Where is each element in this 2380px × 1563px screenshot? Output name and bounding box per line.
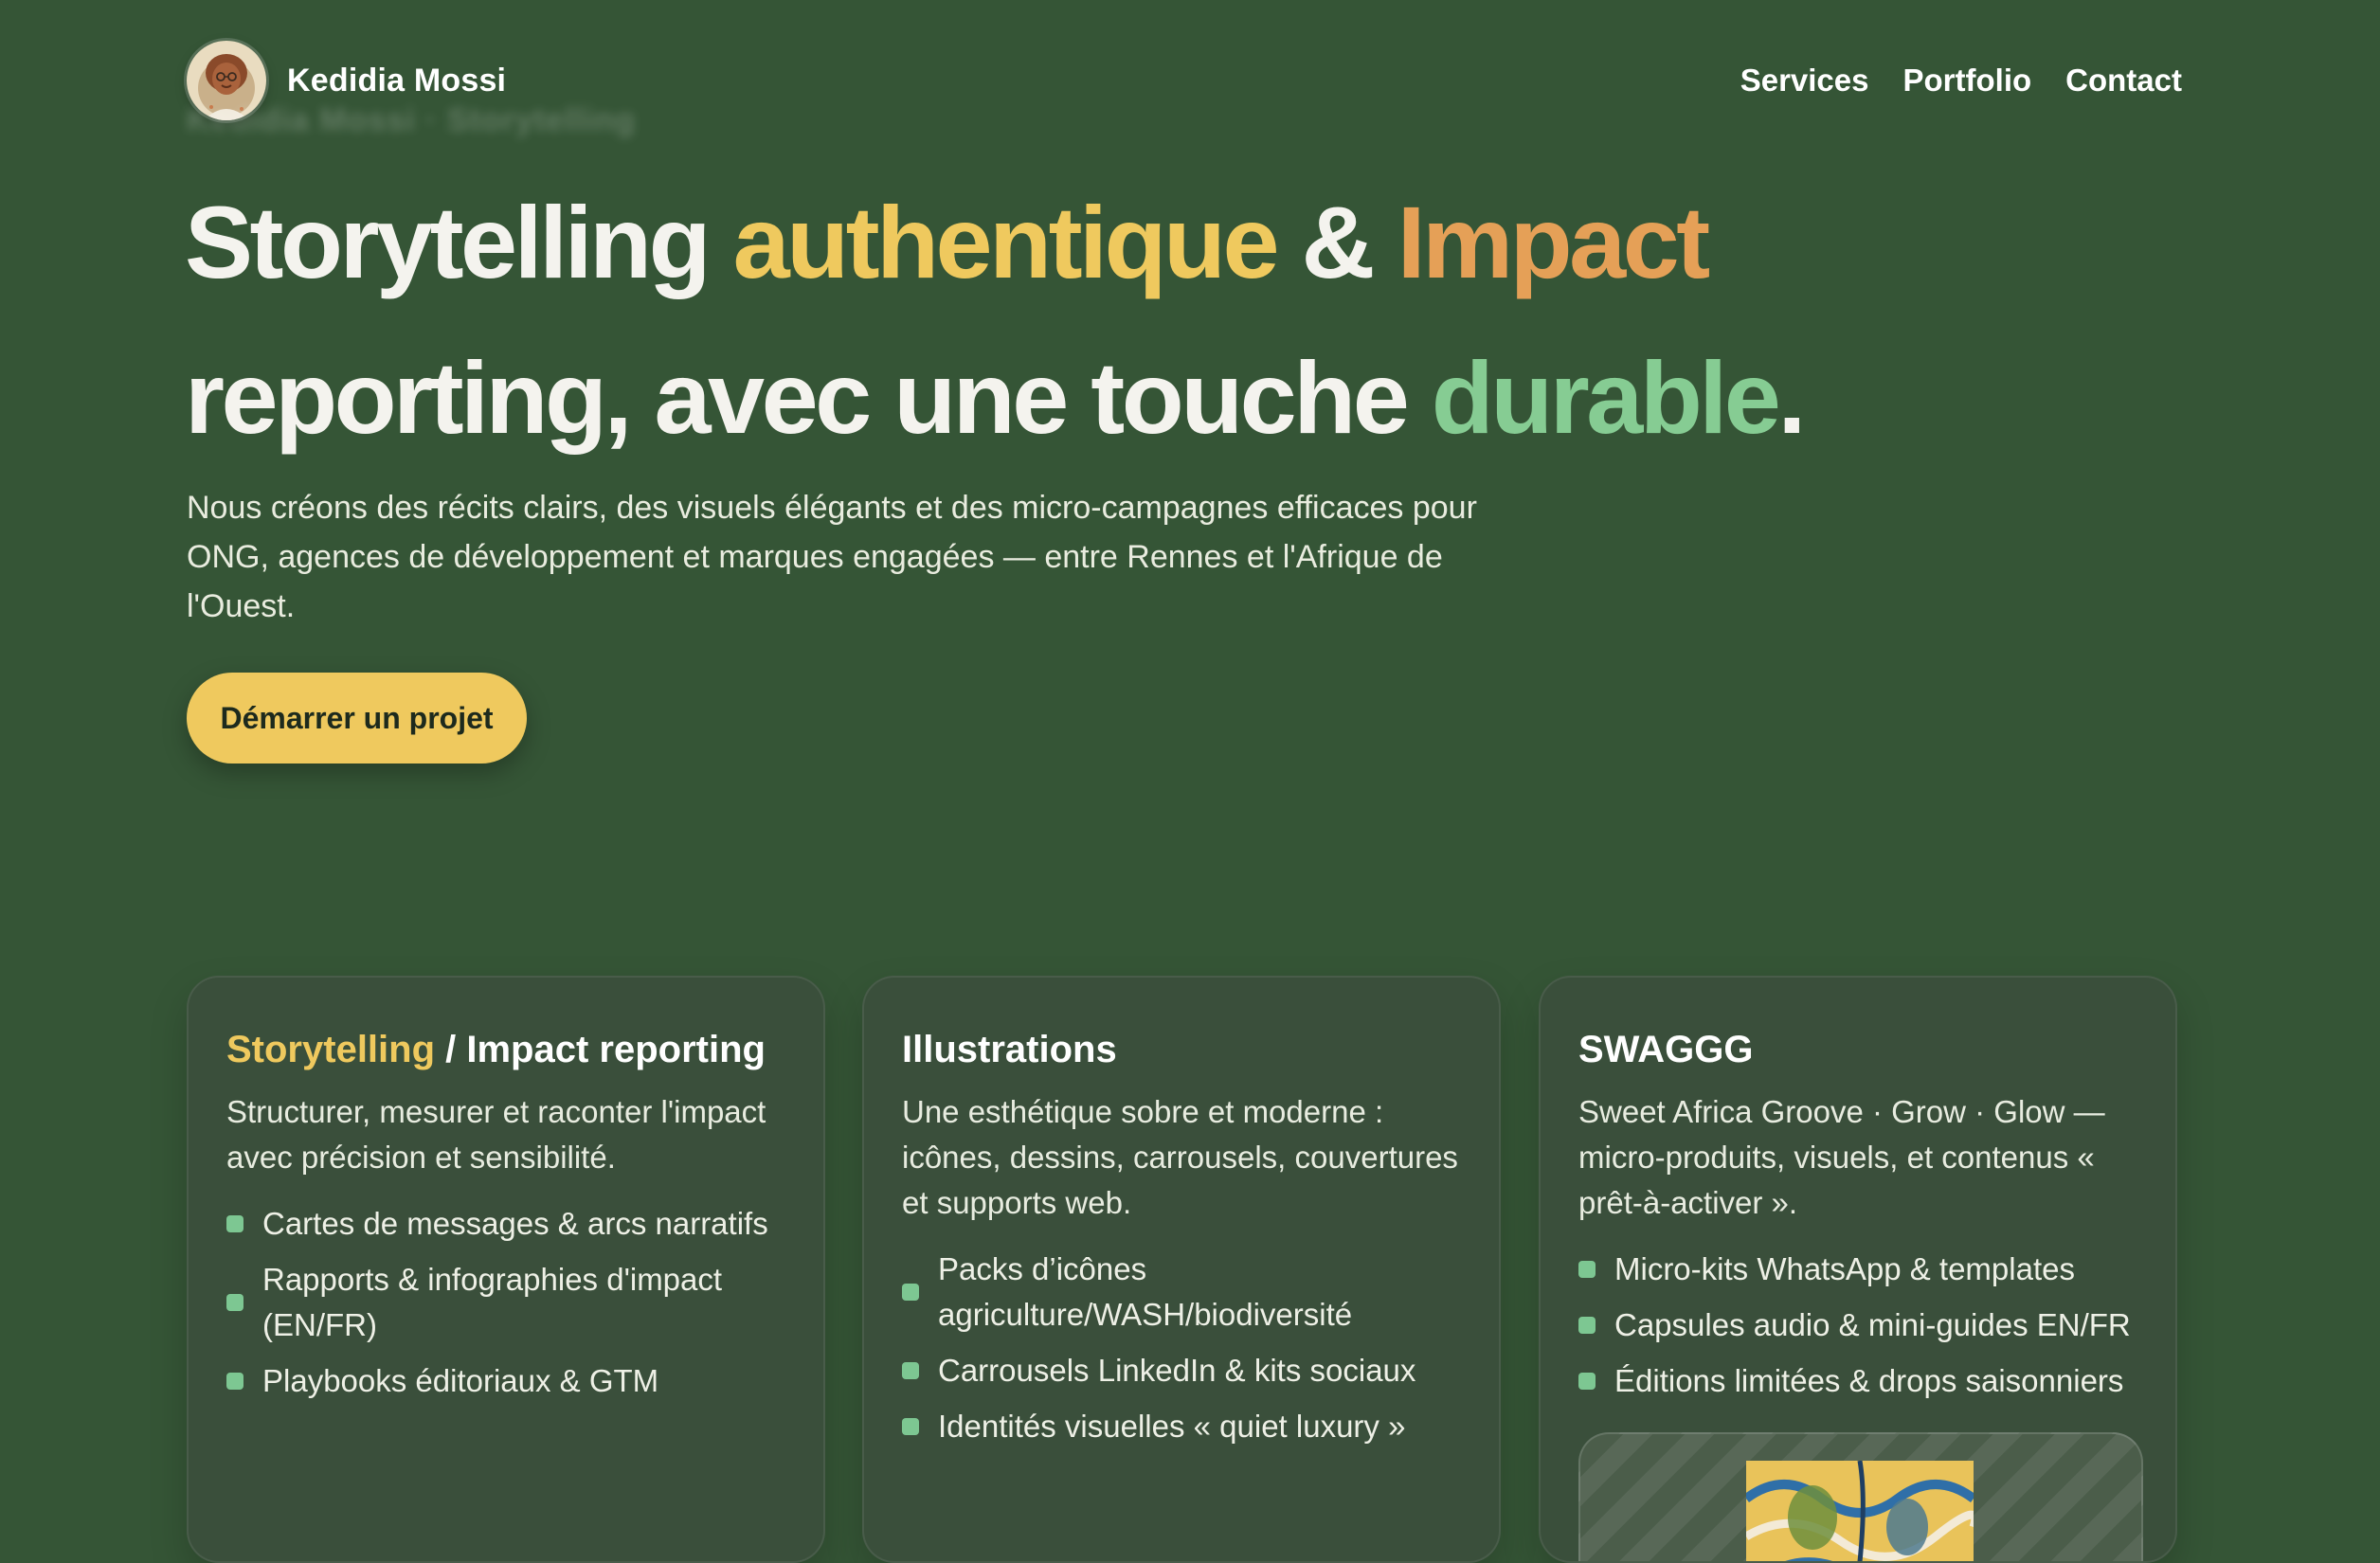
service-card-swaggg: SWAGGG Sweet Africa Groove · Grow · Glow… (1539, 976, 2177, 1563)
hero-title-highlight-durable: durable (1431, 340, 1781, 455)
card-title: Storytelling / Impact reporting (226, 1027, 785, 1072)
list-item: Packs d’icônes agriculture/WASH/biodiver… (902, 1247, 1461, 1338)
list-item-text: Capsules audio & mini-guides EN/FR (1614, 1307, 2131, 1342)
list-item: Cartes de messages & arcs narratifs (226, 1201, 785, 1247)
bullet-icon (902, 1418, 919, 1435)
card-description: Sweet Africa Groove · Grow · Glow — micr… (1578, 1094, 2105, 1220)
list-item-text: Micro-kits WhatsApp & templates (1614, 1251, 2075, 1286)
swaggg-product-image (1578, 1432, 2143, 1561)
list-item-text: Cartes de messages & arcs narratifs (262, 1206, 768, 1241)
main-nav: Services Portfolio Contact (1740, 63, 2182, 99)
list-item: Identités visuelles « quiet luxury » (902, 1404, 1461, 1449)
product-illustration-icon (1746, 1461, 1974, 1561)
bullet-icon (1578, 1261, 1596, 1278)
list-item-text: Éditions limitées & drops saisonniers (1614, 1363, 2124, 1398)
card-description: Structurer, mesurer et raconter l'impact… (226, 1094, 766, 1175)
card-title: SWAGGG (1578, 1029, 1754, 1070)
bullet-icon (1578, 1317, 1596, 1334)
list-item: Micro-kits WhatsApp & templates (1578, 1247, 2137, 1292)
hero-title-part: Storytelling (185, 185, 733, 299)
list-item-text: Playbooks éditoriaux & GTM (262, 1363, 659, 1398)
bullet-icon (902, 1284, 919, 1301)
bullet-icon (1578, 1373, 1596, 1390)
list-item: Éditions limitées & drops saisonniers (1578, 1358, 2137, 1404)
nav-services-link[interactable]: Services (1740, 63, 1869, 99)
card-title-highlight: Storytelling (226, 1029, 436, 1070)
list-item: Capsules audio & mini-guides EN/FR (1578, 1302, 2137, 1348)
bullet-icon (226, 1373, 243, 1390)
bullet-icon (902, 1362, 919, 1379)
card-feature-list: Micro-kits WhatsApp & templates Capsules… (1578, 1247, 2137, 1404)
list-item: Carrousels LinkedIn & kits sociaux (902, 1348, 1461, 1393)
hero-title-highlight-authentique: authentique (732, 185, 1280, 299)
card-title-rest: / Impact reporting (435, 1029, 766, 1070)
hero-title-part: . (1777, 340, 1806, 455)
nav-portfolio-link[interactable]: Portfolio (1903, 63, 2032, 99)
list-item: Rapports & infographies d'impact (EN/FR) (226, 1257, 785, 1348)
card-description: Une esthétique sobre et moderne : icônes… (902, 1094, 1458, 1220)
bullet-icon (226, 1294, 243, 1311)
hero-title-part: reporting, avec une touche (185, 340, 1432, 455)
list-item-text: Carrousels LinkedIn & kits sociaux (938, 1353, 1416, 1388)
brand-name: Kedidia Mossi (287, 62, 507, 99)
hero-title-highlight-impact: Impact (1397, 185, 1711, 299)
card-feature-list: Packs d’icônes agriculture/WASH/biodiver… (902, 1247, 1461, 1449)
service-card-storytelling: Storytelling / Impact reporting Structur… (187, 976, 825, 1563)
blurred-tagline: Kedidia Mossi · Storytelling (187, 102, 636, 138)
start-project-button[interactable]: Démarrer un projet (187, 673, 527, 764)
hero-title-part: & (1276, 185, 1397, 299)
nav-contact-link[interactable]: Contact (2065, 63, 2182, 99)
bullet-icon (226, 1215, 243, 1232)
list-item-text: Rapports & infographies d'impact (EN/FR) (262, 1262, 723, 1342)
card-feature-list: Cartes de messages & arcs narratifs Rapp… (226, 1201, 785, 1404)
hero-lead: Nous créons des récits clairs, des visue… (187, 490, 1477, 624)
card-title: Illustrations (902, 1029, 1117, 1070)
list-item: Playbooks éditoriaux & GTM (226, 1358, 785, 1404)
hero-title: Storytelling authentique & Impact report… (185, 165, 2174, 476)
list-item-text: Packs d’icônes agriculture/WASH/biodiver… (938, 1251, 1353, 1332)
service-card-illustrations: Illustrations Une esthétique sobre et mo… (862, 976, 1501, 1563)
list-item-text: Identités visuelles « quiet luxury » (938, 1409, 1406, 1444)
